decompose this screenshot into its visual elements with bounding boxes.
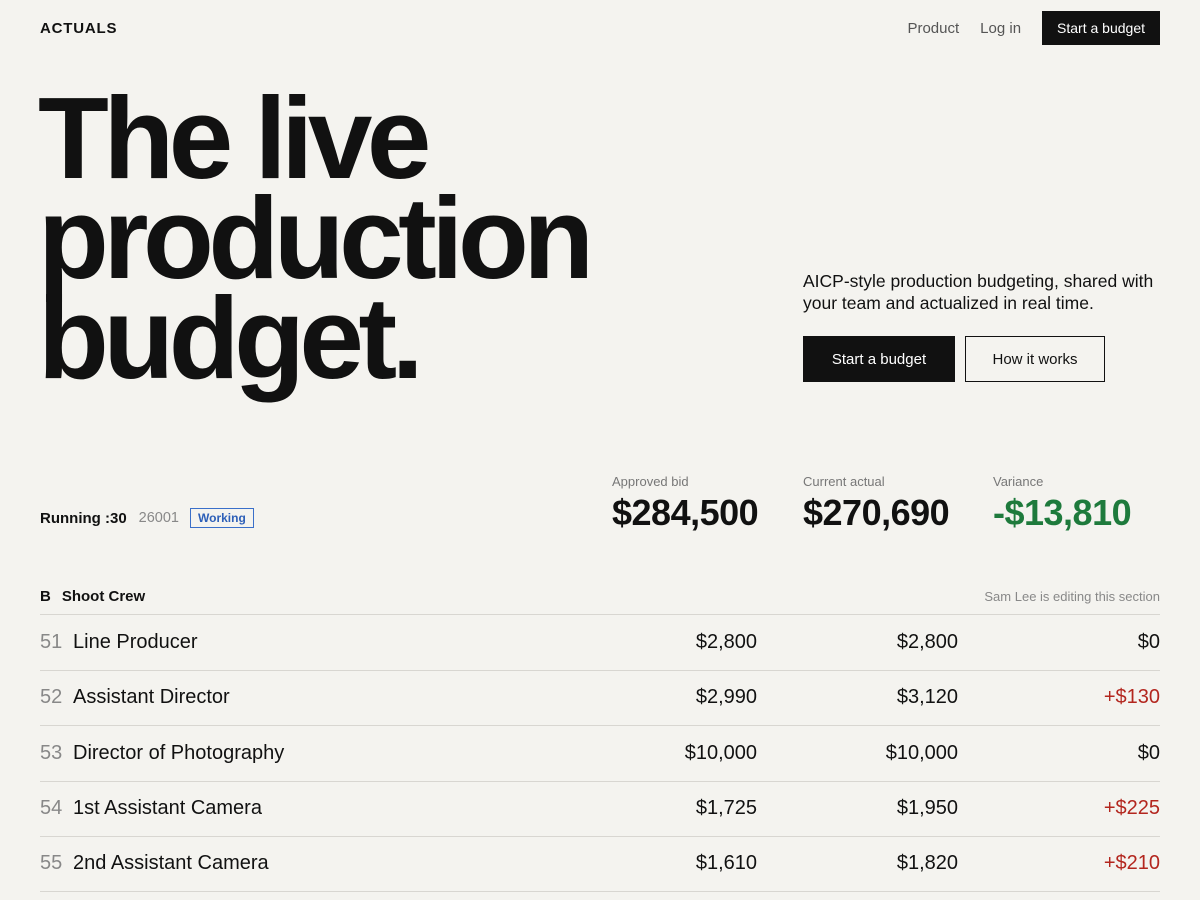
nav-start-budget-button[interactable]: Start a budget [1042,11,1160,45]
line-actual[interactable]: $10,000 [886,742,958,765]
top-nav: ACTUALS Product Log in Start a budget [40,11,1160,45]
line-variance: +$130 [1103,686,1160,709]
section-header: B Shoot Crew Sam Lee is editing this sec… [40,586,1160,606]
line-bid[interactable]: $1,610 [696,852,757,875]
line-actual[interactable]: $3,120 [897,686,958,709]
metric-label: Approved bid [612,474,689,489]
line-number: 51 [40,630,63,653]
line-variance: $0 [1137,630,1160,653]
section-title[interactable]: Shoot Crew [62,588,145,605]
line-number: 54 [40,797,63,820]
brand-logo[interactable]: ACTUALS [40,20,117,37]
project-code: 26001 [138,510,179,526]
hero-buttons: Start a budget How it works [803,336,1105,382]
metric-value: -$13,810 [993,492,1132,533]
table-row[interactable]: 51 Line Producer $2,800 $2,800 $0 [40,614,1160,670]
table-row[interactable]: 55 2nd Assistant Camera $1,610 $1,820 +$… [40,836,1160,892]
metric-variance: Variance -$13,810 [993,474,1132,534]
line-variance: +$210 [1103,852,1160,875]
line-actual[interactable]: $2,800 [897,631,958,654]
status-badge: Working [190,508,254,528]
section-title-group: B Shoot Crew [40,588,145,605]
metric-label: Variance [993,474,1044,489]
line-actual[interactable]: $1,950 [897,797,958,820]
table-row[interactable]: 52 Assistant Director $2,990 $3,120 +$13… [40,669,1160,726]
start-budget-button[interactable]: Start a budget [803,336,955,382]
line-bid[interactable]: $2,800 [696,631,757,654]
line-name[interactable]: 1st Assistant Camera [73,797,262,820]
hero-title-line: budget. [38,273,424,403]
line-name[interactable]: Line Producer [73,631,198,654]
budget-table: 51 Line Producer $2,800 $2,800 $0 52 Ass… [40,614,1160,892]
project-spot-name: Running :30 [40,509,127,527]
line-number: 55 [40,852,63,875]
line-name[interactable]: 2nd Assistant Camera [73,852,269,875]
line-name[interactable]: Director of Photography [73,742,284,765]
section-letter: B [40,587,51,605]
nav-actions: Product Log in Start a budget [907,11,1160,45]
metric-value: $284,500 [612,492,759,533]
table-row[interactable]: 53 Director of Photography $10,000 $10,0… [40,725,1160,781]
metric-approved-bid: Approved bid $284,500 [612,474,759,534]
hero-title: The live production budget. [38,80,594,403]
how-it-works-button[interactable]: How it works [965,336,1105,382]
nav-link-login[interactable]: Log in [980,20,1021,37]
project-status: Running :30 26001 Working [40,508,254,528]
line-variance: $0 [1137,741,1160,764]
nav-link-product[interactable]: Product [907,20,959,37]
line-number: 52 [40,686,63,709]
metric-current-actual: Current actual $270,690 [803,474,950,534]
line-bid[interactable]: $10,000 [685,742,757,765]
line-bid[interactable]: $1,725 [696,797,757,820]
line-number: 53 [40,741,63,764]
hero-subtitle: AICP-style production budgeting, shared … [803,271,1154,313]
table-row[interactable]: 54 1st Assistant Camera $1,725 $1,950 +$… [40,780,1160,837]
metric-value: $270,690 [803,492,950,533]
editing-presence-note: Sam Lee is editing this section [984,588,1160,604]
line-bid[interactable]: $2,990 [696,686,757,709]
metric-label: Current actual [803,474,885,489]
line-variance: +$225 [1103,797,1160,820]
line-name[interactable]: Assistant Director [73,686,230,709]
line-actual[interactable]: $1,820 [897,852,958,875]
